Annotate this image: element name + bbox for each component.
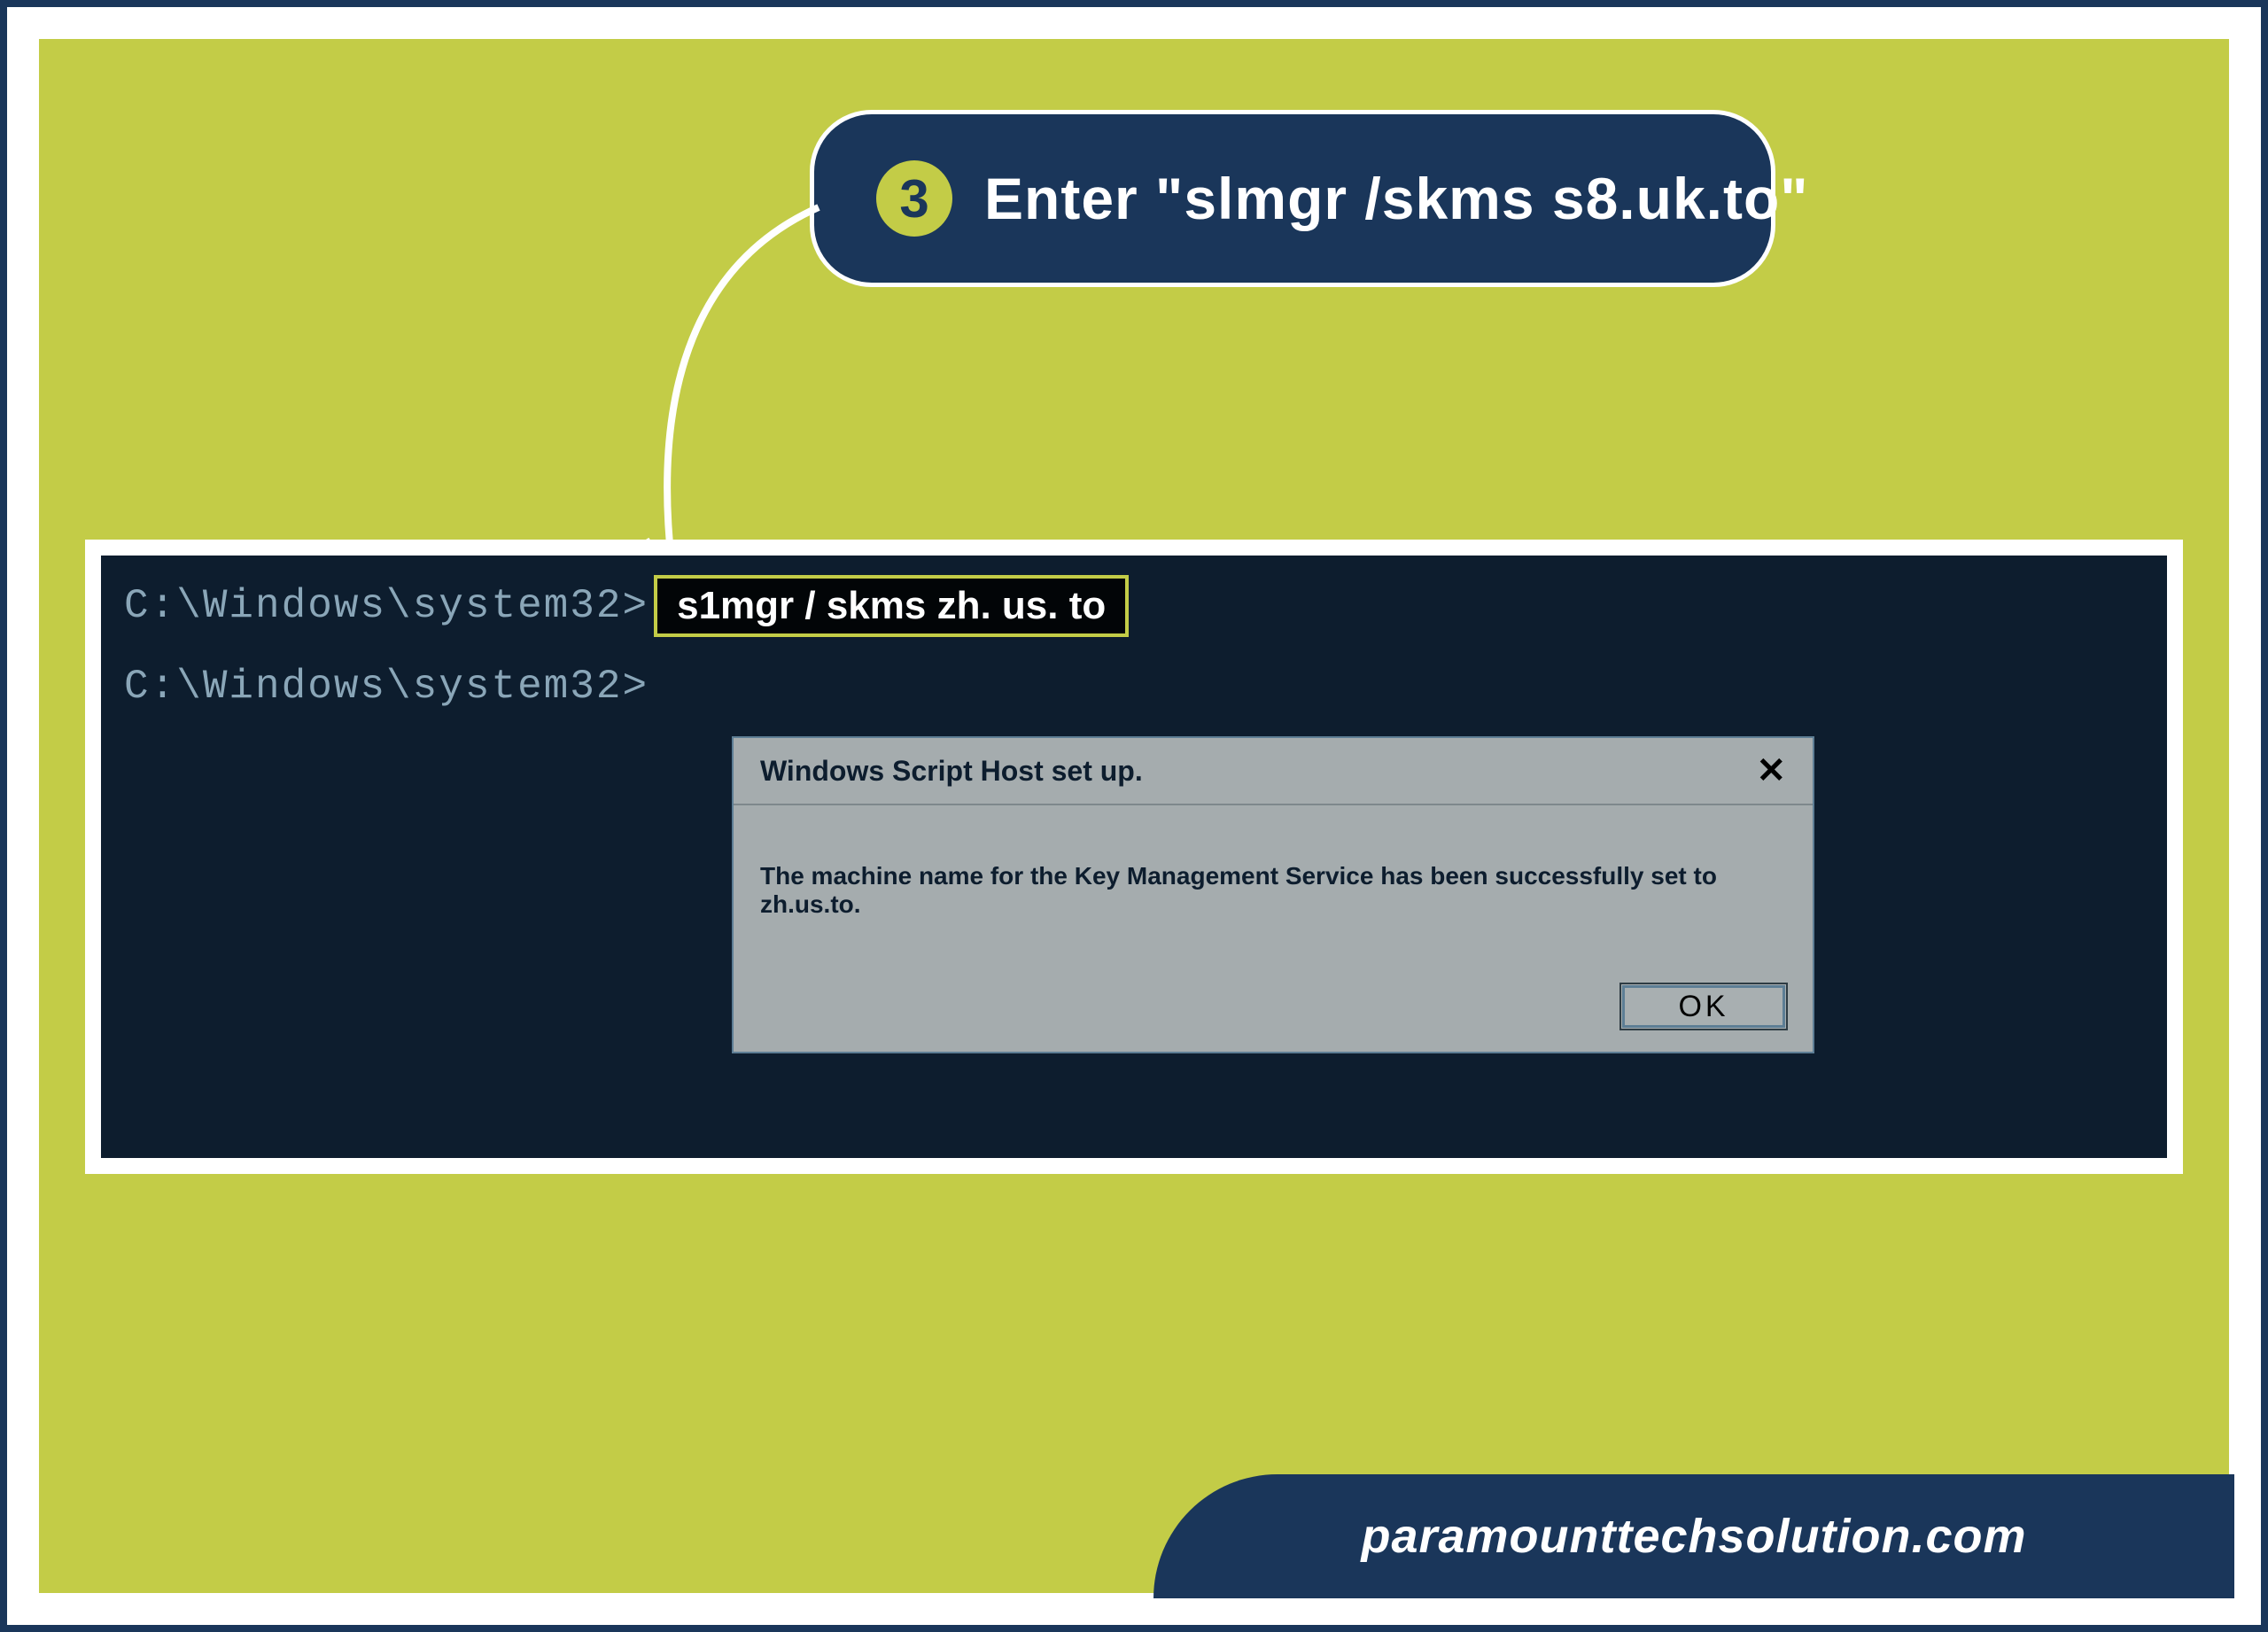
dialog-title-text: Windows Script Host set up. [760, 755, 1143, 788]
terminal-line-1: C:\Windows\system32> s1mgr / skms zh. us… [124, 575, 2144, 637]
outer-frame: 3 Enter "slmgr /skms s8.uk.to" C:\Window… [0, 0, 2268, 1632]
terminal-frame: C:\Windows\system32> s1mgr / skms zh. us… [85, 540, 2183, 1174]
terminal-prompt-1: C:\Windows\system32> [124, 583, 649, 629]
close-icon[interactable]: ✕ [1749, 750, 1793, 791]
step-number-badge: 3 [876, 160, 952, 237]
script-host-dialog: Windows Script Host set up. ✕ The machin… [732, 736, 1814, 1053]
footer-url-text: paramounttechsolution.com [1361, 1509, 2026, 1564]
footer-branding: paramounttechsolution.com [1153, 1474, 2234, 1598]
inner-background: 3 Enter "slmgr /skms s8.uk.to" C:\Window… [39, 39, 2229, 1593]
instruction-callout: 3 Enter "slmgr /skms s8.uk.to" [810, 110, 1775, 287]
dialog-title-bar: Windows Script Host set up. ✕ [734, 738, 1813, 805]
terminal-prompt-2: C:\Windows\system32> [124, 664, 2144, 710]
instruction-text: Enter "slmgr /skms s8.uk.to" [984, 165, 1809, 232]
dialog-footer: OK [734, 972, 1813, 1052]
terminal-window[interactable]: C:\Windows\system32> s1mgr / skms zh. us… [101, 556, 2167, 1158]
dialog-body-text: The machine name for the Key Management … [734, 805, 1813, 972]
highlighted-command: s1mgr / skms zh. us. to [654, 575, 1129, 637]
ok-button[interactable]: OK [1619, 983, 1788, 1030]
